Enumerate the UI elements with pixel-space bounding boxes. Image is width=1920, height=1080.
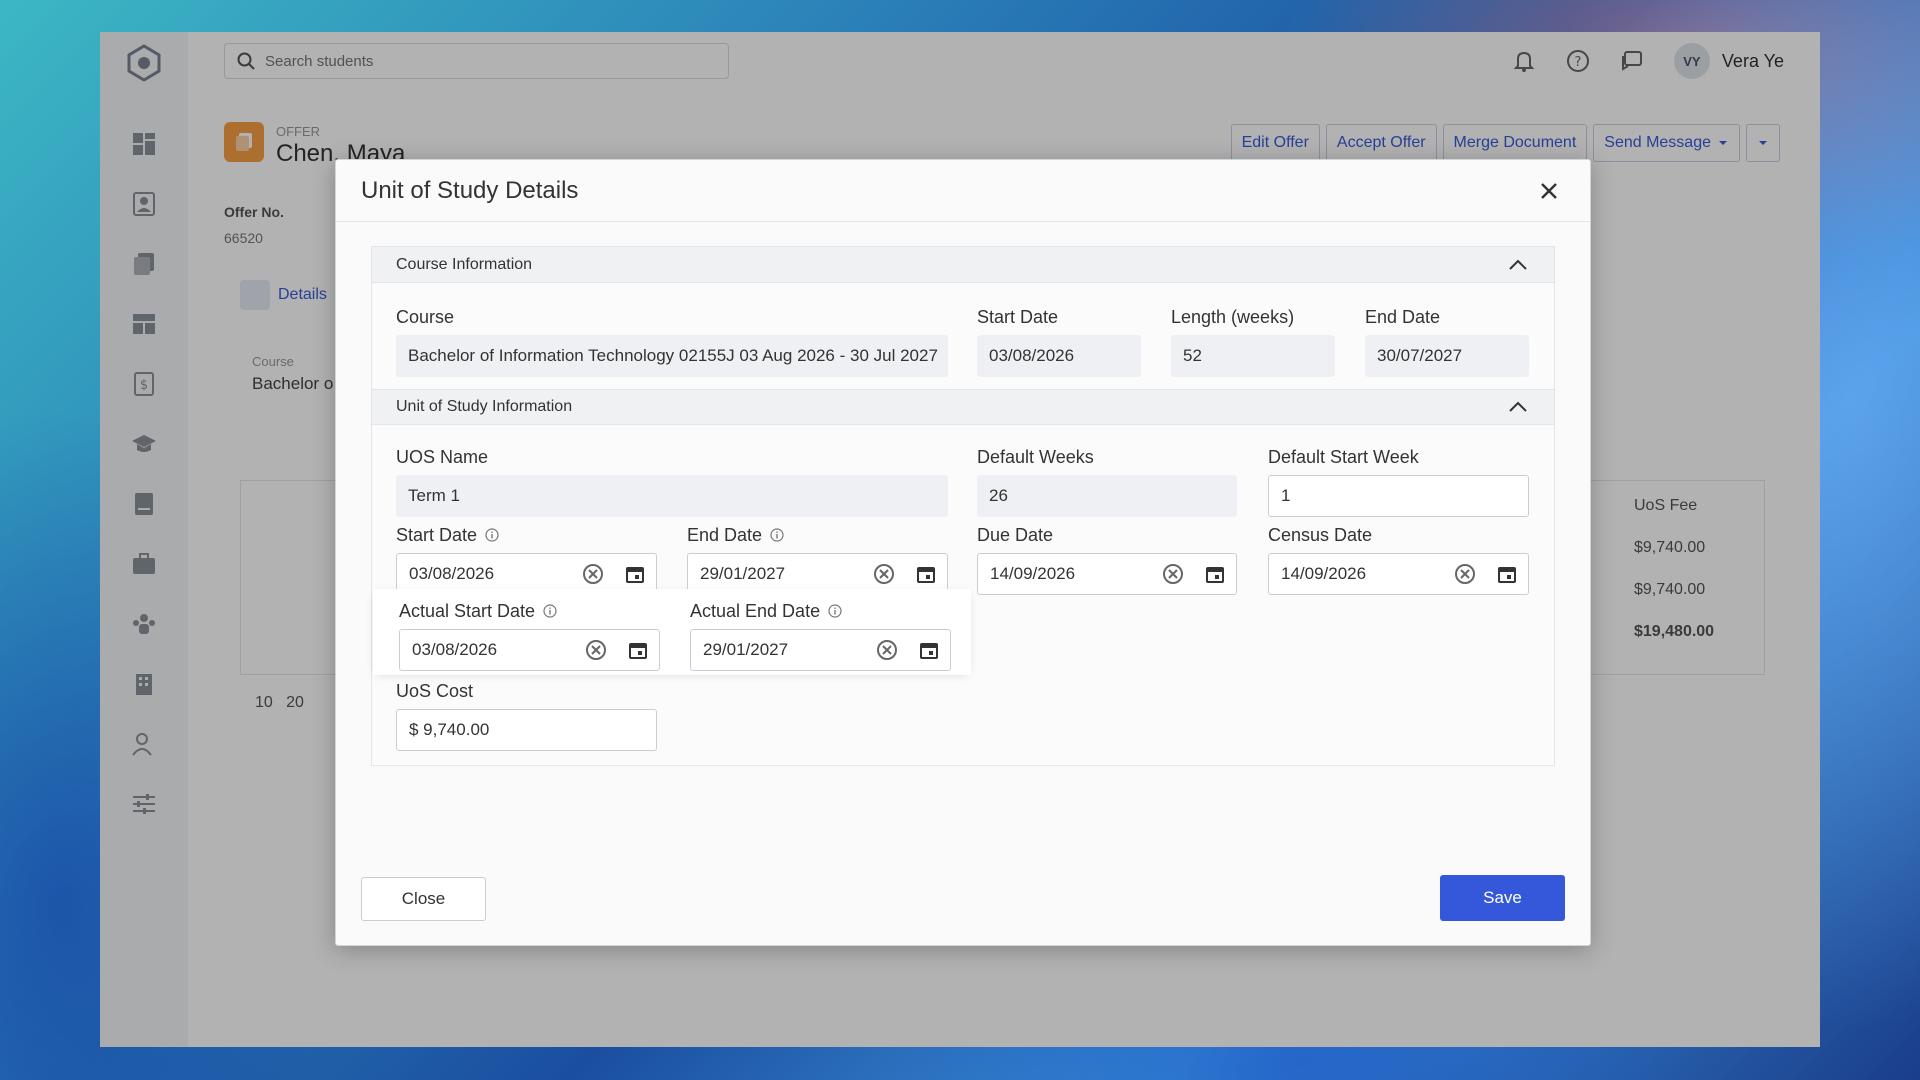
dialog-title: Unit of Study Details: [361, 176, 579, 204]
course-field: Course Bachelor of Information Technolog…: [396, 305, 948, 377]
course-value: Bachelor of Information Technology 02155…: [396, 335, 948, 377]
close-icon[interactable]: [1533, 175, 1565, 207]
dialog-header: Unit of Study Details: [336, 160, 1590, 222]
dialog-footer: Close Save: [361, 875, 1565, 921]
uos-cost-input[interactable]: $ 9,740.00: [396, 709, 657, 751]
default-weeks-label: Default Weeks: [977, 446, 1094, 467]
start-date-input[interactable]: 03/08/2026: [396, 553, 657, 595]
start-date-label: Start Date: [396, 523, 657, 547]
calendar-icon[interactable]: [1202, 561, 1228, 587]
info-icon[interactable]: [543, 604, 557, 618]
due-date-label: Due Date: [977, 524, 1054, 545]
section-title: Course Information: [396, 255, 533, 273]
due-date-input[interactable]: 14/09/2026: [977, 553, 1237, 595]
uos-information-header[interactable]: Unit of Study Information: [372, 389, 1554, 425]
clear-icon[interactable]: [580, 561, 606, 587]
course-end-date-field: End Date 30/07/2027: [1365, 305, 1529, 377]
uos-name-field: UOS Name Term 1: [396, 445, 948, 517]
course-start-date-label: Start Date: [977, 306, 1059, 327]
info-icon[interactable]: [770, 528, 784, 542]
due-date-field: Due Date 14/09/2026: [977, 523, 1237, 595]
default-start-week-input[interactable]: 1: [1268, 475, 1529, 517]
census-date-label: Census Date: [1268, 524, 1373, 545]
clear-icon[interactable]: [583, 637, 609, 663]
actual-end-date-field: Actual End Date 29/01/2027: [690, 599, 951, 671]
course-start-date-value: 03/08/2026: [977, 335, 1141, 377]
course-length-field: Length (weeks) 52: [1171, 305, 1335, 377]
census-date-value: 14/09/2026: [1281, 564, 1367, 583]
census-date-field: Census Date 14/09/2026: [1268, 523, 1529, 595]
end-date-value: 29/01/2027: [700, 564, 786, 583]
course-length-label: Length (weeks): [1171, 306, 1295, 327]
actual-start-date-label: Actual Start Date: [399, 599, 660, 623]
calendar-icon[interactable]: [622, 561, 648, 587]
due-date-value: 14/09/2026: [990, 564, 1076, 583]
actual-start-date-field: Actual Start Date 03/08/2026: [399, 599, 660, 671]
census-date-input[interactable]: 14/09/2026: [1268, 553, 1529, 595]
chevron-up-icon[interactable]: [1506, 253, 1530, 277]
course-information-header[interactable]: Course Information: [372, 247, 1554, 283]
default-start-week-field: Default Start Week 1: [1268, 445, 1529, 517]
uos-name-label: UOS Name: [396, 446, 489, 467]
course-information-section: Course Information Course Bachelor of In…: [371, 246, 1555, 766]
uos-information-section: UOS Name Term 1 Default Weeks 26 Default…: [372, 425, 1554, 765]
uos-name-value: Term 1: [396, 475, 948, 517]
start-date-field: Start Date 03/08/2026: [396, 523, 657, 595]
close-button[interactable]: Close: [361, 877, 486, 921]
section-title: Unit of Study Information: [396, 398, 573, 415]
calendar-icon[interactable]: [1494, 561, 1520, 587]
start-date-value: 03/08/2026: [409, 564, 495, 583]
uos-cost-label: UoS Cost: [396, 680, 474, 701]
info-icon[interactable]: [828, 604, 842, 618]
info-icon[interactable]: [485, 528, 499, 542]
course-start-date-field: Start Date 03/08/2026: [977, 305, 1141, 377]
uos-details-dialog: Unit of Study Details Course Information…: [335, 159, 1591, 946]
actual-end-date-value: 29/01/2027: [703, 640, 789, 659]
calendar-icon[interactable]: [625, 637, 651, 663]
default-weeks-value: 26: [977, 475, 1237, 517]
save-button[interactable]: Save: [1440, 875, 1565, 921]
actual-end-date-input[interactable]: 29/01/2027: [690, 629, 951, 671]
app-window: $ ? VY Vera Ye OFFER Chen, Maya Edit Off…: [100, 32, 1820, 1047]
course-label: Course: [396, 306, 455, 327]
chevron-up-icon[interactable]: [1506, 395, 1530, 419]
clear-icon[interactable]: [871, 561, 897, 587]
end-date-input[interactable]: 29/01/2027: [687, 553, 948, 595]
actual-end-date-label: Actual End Date: [690, 599, 951, 623]
clear-icon[interactable]: [1160, 561, 1186, 587]
default-start-week-label: Default Start Week: [1268, 446, 1419, 467]
course-length-value: 52: [1171, 335, 1335, 377]
calendar-icon[interactable]: [916, 637, 942, 663]
uos-cost-field: UoS Cost $ 9,740.00: [396, 679, 657, 751]
actual-start-date-value: 03/08/2026: [412, 640, 498, 659]
clear-icon[interactable]: [1452, 561, 1478, 587]
actual-start-date-input[interactable]: 03/08/2026: [399, 629, 660, 671]
calendar-icon[interactable]: [913, 561, 939, 587]
default-weeks-field: Default Weeks 26: [977, 445, 1237, 517]
end-date-label: End Date: [687, 523, 948, 547]
end-date-field: End Date 29/01/2027: [687, 523, 948, 595]
course-end-date-value: 30/07/2027: [1365, 335, 1529, 377]
course-end-date-label: End Date: [1365, 306, 1441, 327]
clear-icon[interactable]: [874, 637, 900, 663]
